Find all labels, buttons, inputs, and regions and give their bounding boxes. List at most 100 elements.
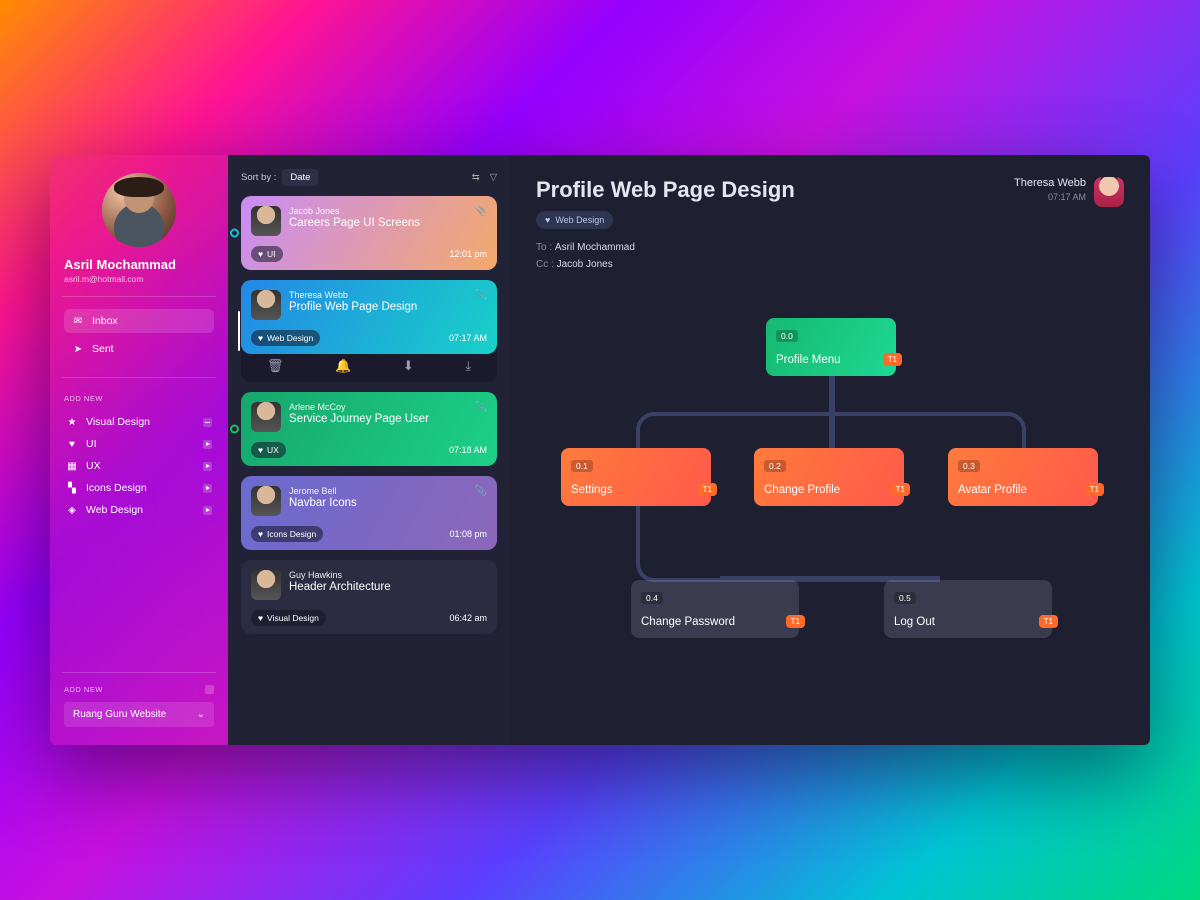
avatar: [251, 570, 281, 600]
expand-icon[interactable]: [203, 462, 212, 471]
tree-node[interactable]: 0.5 Log Out T1: [884, 580, 1052, 638]
user-avatar[interactable]: [102, 173, 176, 247]
message-card[interactable]: Jerome Bell Navbar Icons 📎 ♥ Icons Desig…: [241, 476, 497, 550]
message-tag: ♥ UI: [251, 246, 283, 262]
status-ring-icon: [230, 229, 239, 238]
expand-icon[interactable]: [203, 506, 212, 515]
message-list-panel: Sort by : Date ⇆ ▽ Jacob Jones Careers P…: [228, 155, 510, 745]
connector: [636, 506, 726, 582]
message-card[interactable]: Arlene McCoy Service Journey Page User 📎…: [241, 392, 497, 466]
node-label: Settings: [571, 484, 701, 496]
sort-value[interactable]: Date: [282, 169, 318, 186]
detail-time: 07:17 AM: [1014, 192, 1086, 202]
message-card-selected[interactable]: Theresa Webb Profile Web Page Design 📎 ♥…: [241, 280, 497, 354]
detail-title: Profile Web Page Design: [536, 177, 795, 203]
node-badge: T1: [883, 353, 902, 366]
tree-node[interactable]: 0.2 Change Profile T1: [754, 448, 904, 506]
detail-tag: ♥ Web Design: [536, 211, 613, 229]
nav-label: Inbox: [92, 315, 118, 327]
user-email: asril.m@hotmail.com: [64, 274, 214, 284]
sliders-icon[interactable]: ⇆: [472, 172, 480, 183]
connector: [829, 376, 835, 416]
category-label: Icons Design: [86, 482, 147, 494]
category-web-design[interactable]: ◈ Web Design: [64, 499, 214, 521]
tree-node[interactable]: 0.4 Change Password T1: [631, 580, 799, 638]
message-sender: Jerome Bell: [289, 486, 357, 496]
avatar[interactable]: [1094, 177, 1124, 207]
category-label: Visual Design: [86, 416, 150, 428]
category-icons-design[interactable]: ▚ Icons Design: [64, 477, 214, 499]
to-value: Asril Mochammad: [555, 242, 635, 253]
message-sender: Theresa Webb: [289, 290, 417, 300]
message-sender: Guy Hawkins: [289, 570, 391, 580]
node-index: 0.0: [776, 330, 798, 342]
divider: [62, 296, 216, 297]
filter-icon[interactable]: ▽: [490, 172, 497, 183]
node-index: 0.5: [894, 592, 916, 604]
download-icon[interactable]: ⤓: [465, 358, 471, 374]
save-icon[interactable]: ⬇: [403, 358, 414, 374]
sort-bar: Sort by : Date ⇆ ▽: [241, 169, 497, 186]
avatar: [251, 290, 281, 320]
node-index: 0.4: [641, 592, 663, 604]
category-ux[interactable]: ▦ UX: [64, 455, 214, 477]
avatar: [251, 206, 281, 236]
message-sender: Arlene McCoy: [289, 402, 429, 412]
node-label: Profile Menu: [776, 354, 886, 366]
category-ui[interactable]: ♥ UI: [64, 433, 214, 455]
nav-sent[interactable]: ➤ Sent: [64, 337, 214, 361]
project-select-value: Ruang Guru Website: [73, 709, 166, 720]
nav-label: Sent: [92, 343, 114, 355]
attachment-icon: 📎: [475, 486, 487, 497]
divider: [62, 672, 216, 673]
message-title: Careers Page UI Screens: [289, 217, 420, 229]
message-title: Navbar Icons: [289, 497, 357, 509]
add-icon[interactable]: [205, 685, 214, 694]
tree-node[interactable]: 0.1 Settings T1: [561, 448, 711, 506]
connector: [829, 412, 835, 450]
detail-panel: Profile Web Page Design ♥ Web Design To …: [510, 155, 1150, 745]
expand-icon[interactable]: [203, 440, 212, 449]
node-badge: T1: [891, 483, 910, 496]
tree-node-root[interactable]: 0.0 Profile Menu T1: [766, 318, 896, 376]
node-badge: T1: [1039, 615, 1058, 628]
attachment-icon: 📎: [475, 206, 487, 217]
message-title: Header Architecture: [289, 581, 391, 593]
project-select[interactable]: Ruang Guru Website ⌄: [64, 702, 214, 727]
app-window: Asril Mochammad asril.m@hotmail.com ✉ In…: [50, 155, 1150, 745]
message-time: 01:08 pm: [449, 529, 487, 539]
expand-icon[interactable]: [203, 484, 212, 493]
message-tag: ♥ Icons Design: [251, 526, 323, 542]
message-card[interactable]: Jacob Jones Careers Page UI Screens 📎 ♥ …: [241, 196, 497, 270]
message-time: 06:42 am: [449, 613, 487, 623]
node-index: 0.1: [571, 460, 593, 472]
category-label: UX: [86, 460, 101, 472]
message-time: 07:17 AM: [449, 333, 487, 343]
trash-icon[interactable]: 🗑: [267, 358, 284, 374]
avatar: [251, 402, 281, 432]
message-time: 12:01 pm: [449, 249, 487, 259]
node-label: Log Out: [894, 616, 1042, 628]
message-title: Profile Web Page Design: [289, 301, 417, 313]
node-index: 0.2: [764, 460, 786, 472]
node-badge: T1: [698, 483, 717, 496]
node-label: Change Profile: [764, 484, 894, 496]
message-card[interactable]: Guy Hawkins Header Architecture ♥ Visual…: [241, 560, 497, 634]
grid-icon: ▚: [66, 482, 78, 494]
tree-node[interactable]: 0.3 Avatar Profile T1: [948, 448, 1098, 506]
divider: [62, 377, 216, 378]
node-badge: T1: [1085, 483, 1104, 496]
status-ring-icon: [230, 425, 239, 434]
selected-indicator: [238, 311, 240, 352]
node-label: Avatar Profile: [958, 484, 1088, 496]
collapse-icon[interactable]: [203, 418, 212, 427]
node-index: 0.3: [958, 460, 980, 472]
cc-value: Jacob Jones: [557, 259, 613, 270]
message-time: 07:18 AM: [449, 445, 487, 455]
nav-inbox[interactable]: ✉ Inbox: [64, 309, 214, 333]
node-label: Change Password: [641, 616, 789, 628]
attachment-icon: 📎: [475, 290, 487, 301]
paper-plane-icon: ➤: [72, 343, 84, 355]
category-visual-design[interactable]: ★ Visual Design: [64, 411, 214, 433]
bell-icon[interactable]: 🔔: [335, 358, 351, 374]
